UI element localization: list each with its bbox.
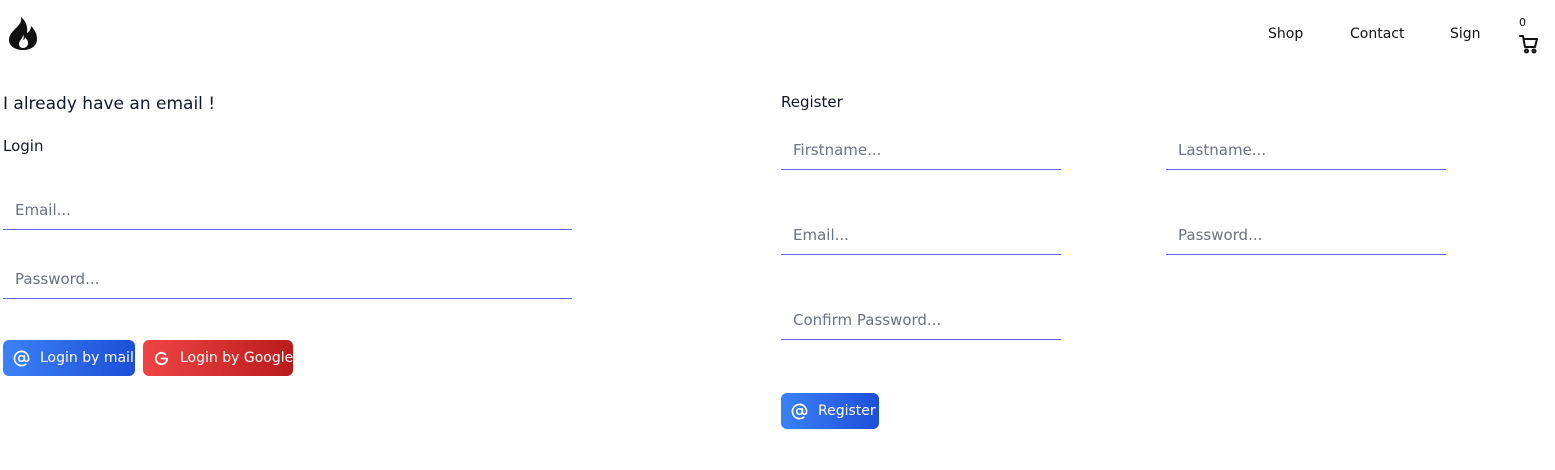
register-heading: Register xyxy=(781,93,843,111)
cart-icon xyxy=(1519,35,1538,54)
cart-button[interactable]: 0 xyxy=(1517,16,1541,56)
nav-contact-link[interactable]: Contact xyxy=(1350,25,1404,43)
register-confirm-password-input[interactable] xyxy=(781,300,1061,340)
nav-shop-link[interactable]: Shop xyxy=(1268,25,1303,43)
register-firstname-input[interactable] xyxy=(781,130,1061,170)
at-sign-icon xyxy=(13,350,30,366)
header: Shop Contact Sign 0 xyxy=(0,0,1555,68)
register-password-input[interactable] xyxy=(1166,215,1446,255)
register-email-input[interactable] xyxy=(781,215,1061,255)
register-lastname-input[interactable] xyxy=(1166,130,1446,170)
register-button-label: Register xyxy=(818,403,876,419)
google-icon xyxy=(154,351,169,365)
login-by-google-label: Login by Google xyxy=(180,350,294,366)
register-button[interactable]: Register xyxy=(781,393,879,429)
login-by-mail-button[interactable]: Login by mail xyxy=(3,340,135,376)
login-heading: Login xyxy=(3,137,44,155)
login-password-input[interactable] xyxy=(3,259,572,299)
login-intro-text: I already have an email ! xyxy=(3,94,216,114)
nav-sign-link[interactable]: Sign xyxy=(1450,25,1481,43)
flame-icon[interactable] xyxy=(7,16,39,50)
login-by-google-button[interactable]: Login by Google xyxy=(143,340,293,376)
login-by-mail-label: Login by mail xyxy=(40,350,134,366)
cart-count-badge: 0 xyxy=(1519,16,1526,29)
login-email-input[interactable] xyxy=(3,190,572,230)
at-sign-icon xyxy=(791,403,808,419)
